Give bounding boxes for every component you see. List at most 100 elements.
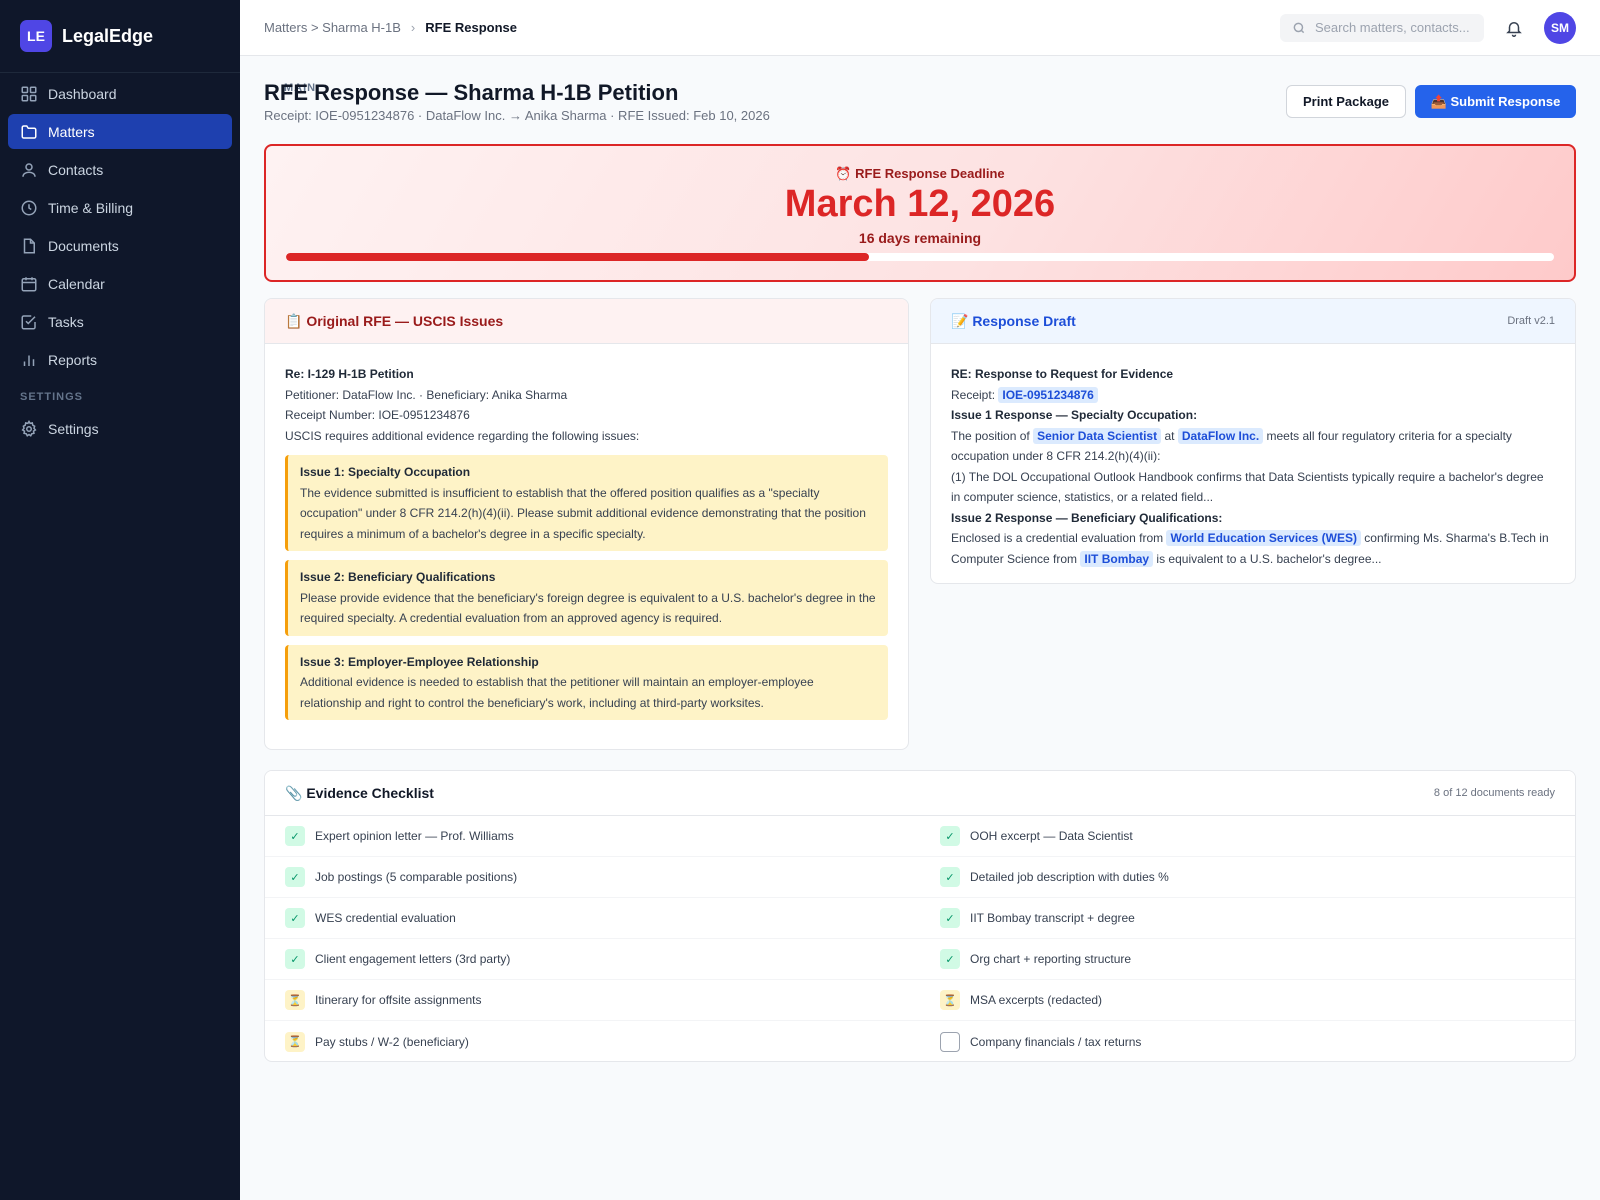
checklist-item[interactable]: ✓ Org chart + reporting structure	[920, 939, 1575, 980]
draft-text: The position of	[951, 428, 1030, 443]
empty-checkbox-icon[interactable]	[940, 1031, 960, 1052]
checklist-item-label: Company financials / tax returns	[970, 1034, 1142, 1049]
checklist-item-label: MSA excerpts (redacted)	[970, 993, 1103, 1007]
evidence-checklist-card: 📎 Evidence Checklist 8 of 12 documents r…	[264, 770, 1576, 1062]
sidebar-item-time-billing[interactable]: Time & Billing	[8, 190, 232, 225]
checklist-item[interactable]: Company financials / tax returns	[920, 1021, 1575, 1061]
field-agency[interactable]: World Education Services (WES)	[1166, 530, 1361, 546]
sidebar-item-calendar[interactable]: Calendar	[8, 266, 232, 301]
checklist-item[interactable]: ✓ OOH excerpt — Data Scientist	[920, 816, 1575, 857]
rfe-parties: Petitioner: DataFlow Inc. · Beneficiary:…	[285, 387, 568, 402]
rfe-issue-title: Issue 3: Employer-Employee Relationship	[300, 654, 539, 669]
check-icon[interactable]: ✓	[285, 908, 305, 928]
checklist-item-label: Itinerary for offsite assignments	[315, 993, 482, 1007]
bell-icon[interactable]	[1504, 18, 1524, 38]
sidebar-item-tasks[interactable]: Tasks	[8, 304, 232, 339]
sidebar: LE LegalEdge MAIN Dashboard Matters Cont…	[0, 0, 315, 1200]
sidebar-item-settings[interactable]: Settings	[8, 411, 232, 446]
deadline-label: ⏰ RFE Response Deadline	[835, 166, 1005, 181]
checkbox-icon	[21, 314, 36, 329]
document-icon	[23, 238, 35, 253]
sidebar-item-label: Dashboard	[48, 85, 117, 102]
grid-icon	[21, 86, 37, 101]
avatar[interactable]: SM	[1544, 11, 1576, 44]
checklist-item[interactable]: ⏳ Pay stubs / W-2 (beneficiary)	[265, 1021, 920, 1061]
nav-section-settings: SETTINGS	[20, 391, 84, 403]
sidebar-item-label: Reports	[48, 351, 98, 368]
draft-issue1-heading: Issue 1 Response — Specialty Occupation:	[951, 408, 1198, 422]
sidebar-item-matters[interactable]: Matters	[8, 114, 232, 149]
checklist-item[interactable]: ✓ WES credential evaluation	[265, 898, 920, 939]
draft-receipt-label: Receipt:	[951, 387, 996, 402]
check-icon[interactable]: ✓	[940, 867, 960, 887]
gear-icon	[21, 419, 37, 437]
field-receipt[interactable]: IOE-0951234876	[998, 386, 1098, 403]
sidebar-item-label: Documents	[48, 237, 119, 254]
draft-issue2-paragraph: Enclosed is a credential evaluation from…	[951, 528, 1555, 569]
check-icon[interactable]: ✓	[940, 826, 960, 846]
checklist-title: 📎 Evidence Checklist	[285, 784, 434, 801]
hourglass-icon[interactable]: ⏳	[285, 1031, 305, 1052]
draft-version: Draft v2.1	[1507, 315, 1555, 327]
checklist-item-label: Detailed job description with duties %	[970, 870, 1169, 884]
page-subtitle: Receipt: IOE-0951234876 · DataFlow Inc. …	[264, 108, 770, 123]
search-placeholder: Search matters, contacts...	[1315, 20, 1470, 35]
check-icon[interactable]: ✓	[940, 949, 960, 969]
checklist-item[interactable]: ⏳ MSA excerpts (redacted)	[920, 980, 1575, 1021]
hourglass-icon[interactable]: ⏳	[285, 990, 305, 1010]
brand-logo: LE	[20, 20, 52, 52]
rfe-issue-title: Issue 1: Specialty Occupation	[300, 465, 471, 479]
rfe-re-line: Re: I-129 H-1B Petition	[285, 367, 414, 381]
draft-re-line: RE: Response to Request for Evidence	[951, 367, 1174, 381]
draft-issue1-paragraph: The position of Senior Data Scientist at…	[951, 426, 1555, 467]
draft-text: Enclosed is a credential evaluation from	[951, 531, 1164, 545]
checklist-item[interactable]: ✓ IIT Bombay transcript + degree	[920, 898, 1575, 939]
main-content: RFE Response — Sharma H-1B Petition Rece…	[264, 56, 1576, 1062]
checklist-item-label: IIT Bombay transcript + degree	[970, 911, 1135, 925]
print-package-button[interactable]: Print Package	[1286, 85, 1406, 118]
field-position[interactable]: Senior Data Scientist	[1033, 427, 1162, 444]
checklist-item[interactable]: ⏳ Itinerary for offsite assignments	[265, 980, 920, 1021]
sidebar-item-label: Matters	[48, 123, 95, 140]
sidebar-item-label: Time & Billing	[48, 199, 134, 216]
breadcrumb-current: RFE Response	[425, 20, 517, 35]
checklist-item[interactable]: ✓ Job postings (5 comparable positions)	[265, 857, 920, 898]
rfe-issue: Issue 2: Beneficiary Qualifications Plea…	[285, 560, 888, 636]
sidebar-item-reports[interactable]: Reports	[8, 342, 232, 377]
check-icon[interactable]: ✓	[285, 826, 305, 846]
sidebar-item-label: Settings	[48, 420, 99, 437]
checklist-item[interactable]: ✓ Detailed job description with duties %	[920, 857, 1575, 898]
sidebar-item-contacts[interactable]: Contacts	[8, 152, 232, 187]
hourglass-icon[interactable]: ⏳	[940, 990, 960, 1010]
checklist-item[interactable]: ✓ Client engagement letters (3rd party)	[265, 939, 920, 980]
field-company[interactable]: DataFlow Inc.	[1177, 427, 1264, 444]
rfe-issue: Issue 1: Specialty Occupation The eviden…	[285, 455, 888, 551]
checklist-item[interactable]: ✓ Expert opinion letter — Prof. Williams	[265, 816, 920, 857]
sidebar-item-dashboard[interactable]: Dashboard	[8, 76, 232, 111]
deadline-progress-bar	[286, 253, 1554, 261]
check-icon[interactable]: ✓	[285, 867, 305, 887]
chevron-right-icon: ›	[410, 20, 416, 35]
check-icon[interactable]: ✓	[285, 949, 305, 969]
response-draft-body[interactable]: RE: Response to Request for Evidence Rec…	[931, 344, 1575, 569]
breadcrumb-parent[interactable]: Matters > Sharma H-1B	[264, 20, 401, 35]
rfe-issue-text: Additional evidence is needed to establi…	[300, 675, 814, 710]
topbar: Matters > Sharma H-1B › RFE Response Sea…	[240, 0, 1600, 56]
deadline-remaining: 16 days remaining	[858, 230, 982, 246]
checklist-item-label: OOH excerpt — Data Scientist	[970, 829, 1133, 843]
draft-receipt-line: Receipt: IOE-0951234876	[951, 385, 1555, 406]
search-input[interactable]: Search matters, contacts...	[1280, 13, 1484, 42]
deadline-banner: ⏰ RFE Response Deadline March 12, 2026 1…	[264, 144, 1576, 282]
field-school[interactable]: IIT Bombay	[1080, 550, 1154, 567]
submit-response-button[interactable]: 📤 Submit Response	[1415, 85, 1576, 118]
deadline-progress-fill	[286, 253, 870, 261]
user-icon	[22, 162, 36, 177]
sidebar-item-documents[interactable]: Documents	[8, 228, 232, 263]
check-icon[interactable]: ✓	[940, 908, 960, 928]
rfe-issue-text: The evidence submitted is insufficient t…	[300, 485, 866, 541]
checklist-item-label: Job postings (5 comparable positions)	[315, 870, 518, 884]
draft-issue1-point: (1) The DOL Occupational Outlook Handboo…	[951, 469, 1544, 505]
search-icon	[1293, 22, 1305, 33]
rfe-receipt: Receipt Number: IOE-0951234876	[285, 408, 470, 422]
brand[interactable]: LE LegalEdge	[0, 0, 240, 73]
